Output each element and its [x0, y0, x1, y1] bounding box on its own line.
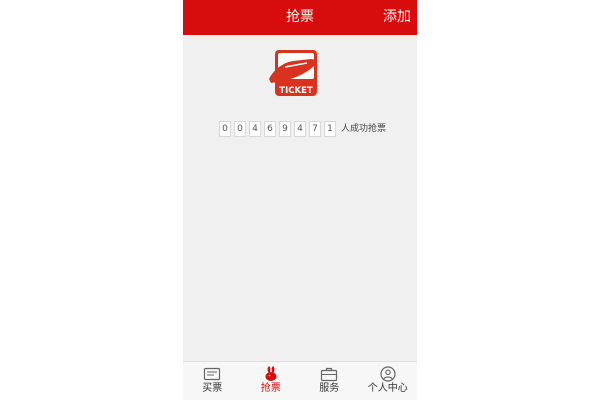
header-bar: 抢票 添加 — [183, 0, 417, 35]
tab-buy-ticket[interactable]: 买票 — [183, 362, 242, 400]
tab-service[interactable]: 服务 — [300, 362, 359, 400]
counter-digit: 0 — [219, 121, 231, 137]
counter-digit: 0 — [234, 121, 246, 137]
app-screen: 抢票 添加 TICKET 0 0 4 6 9 4 7 1 人成功抢票 买票 抢票… — [183, 0, 417, 400]
page-title: 抢票 — [286, 9, 314, 25]
tab-label: 抢票 — [260, 383, 281, 394]
rabbit-icon — [265, 366, 277, 381]
counter-digit: 1 — [324, 121, 336, 137]
tab-label: 买票 — [202, 383, 223, 394]
counter-digit: 7 — [309, 121, 321, 137]
user-icon — [380, 366, 396, 382]
counter-label: 人成功抢票 — [341, 124, 387, 134]
logo-text: TICKET — [279, 86, 313, 96]
tab-label: 个人中心 — [367, 383, 408, 394]
counter-digit: 6 — [264, 121, 276, 137]
tab-grab-ticket[interactable]: 抢票 — [242, 362, 301, 400]
add-button[interactable]: 添加 — [383, 0, 411, 35]
counter-digit: 4 — [294, 121, 306, 137]
counter-digit: 9 — [279, 121, 291, 137]
briefcase-icon — [321, 367, 338, 382]
tab-profile[interactable]: 个人中心 — [359, 362, 418, 400]
ticket-logo: TICKET — [269, 50, 317, 96]
ticket-icon — [204, 367, 221, 381]
bottom-tab-bar: 买票 抢票 服务 个人中心 — [183, 361, 417, 400]
success-counter: 0 0 4 6 9 4 7 1 人成功抢票 — [219, 121, 386, 137]
tab-label: 服务 — [319, 383, 340, 394]
counter-digit: 4 — [249, 121, 261, 137]
